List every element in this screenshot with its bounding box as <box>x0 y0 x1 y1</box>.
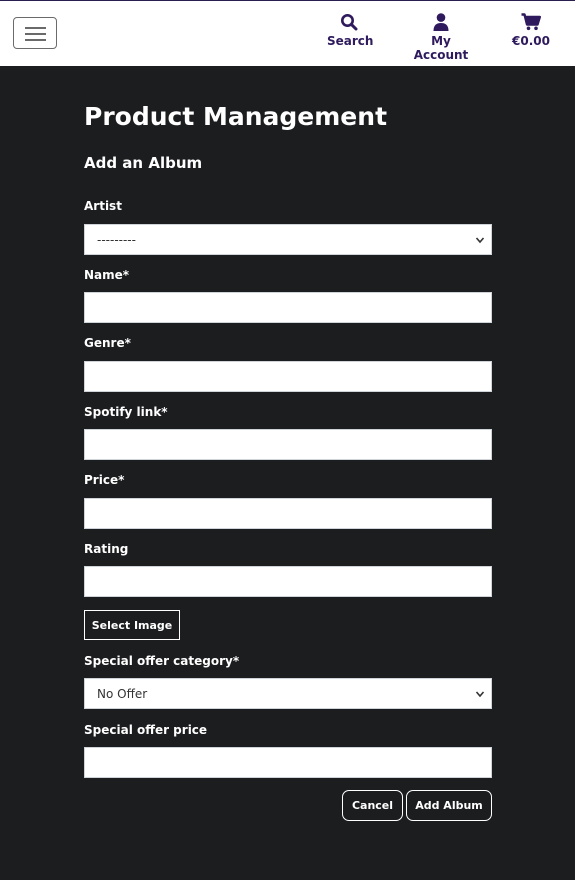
offer-category-label: Special offer category* <box>84 654 240 668</box>
artist-select-value: --------- <box>97 232 136 247</box>
rating-input[interactable] <box>84 566 492 597</box>
offer-category-select[interactable]: No Offer <box>84 678 492 709</box>
hamburger-icon-bar <box>25 33 46 35</box>
spotify-link-label: Spotify link* <box>84 405 168 419</box>
nav-account-label: My Account <box>413 34 469 62</box>
genre-input[interactable] <box>84 361 492 392</box>
add-album-button[interactable]: Add Album <box>406 790 492 821</box>
rating-label: Rating <box>84 542 129 556</box>
offer-category-value: No Offer <box>97 686 148 701</box>
user-icon <box>433 13 449 31</box>
select-image-button[interactable]: Select Image <box>84 610 180 640</box>
hamburger-icon <box>25 27 46 29</box>
page-title: Product Management <box>84 102 388 131</box>
menu-toggle-button[interactable] <box>13 17 57 49</box>
offer-price-input[interactable] <box>84 747 492 778</box>
name-input[interactable] <box>84 292 492 323</box>
price-label: Price* <box>84 473 125 487</box>
chevron-down-icon <box>475 236 485 243</box>
page-subtitle: Add an Album <box>84 154 203 172</box>
genre-label: Genre* <box>84 336 131 350</box>
spotify-link-input[interactable] <box>84 429 492 460</box>
nav-cart-link[interactable]: €0.00 <box>508 13 554 48</box>
offer-price-label: Special offer price <box>84 723 208 737</box>
nav-search-link[interactable]: Search <box>327 13 374 48</box>
cancel-button[interactable]: Cancel <box>342 790 403 821</box>
artist-label: Artist <box>84 199 122 213</box>
chevron-down-icon <box>475 690 485 697</box>
cart-icon <box>521 13 541 31</box>
artist-select[interactable]: --------- <box>84 224 492 255</box>
nav-search-label: Search <box>327 34 374 48</box>
nav-account-link[interactable]: My Account <box>403 13 479 62</box>
name-label: Name* <box>84 268 130 282</box>
cart-total: €0.00 <box>512 34 550 48</box>
top-navbar: Search My Account €0.00 <box>0 0 575 66</box>
price-input[interactable] <box>84 498 492 529</box>
hamburger-icon-bar <box>25 39 46 41</box>
search-icon <box>341 14 358 31</box>
